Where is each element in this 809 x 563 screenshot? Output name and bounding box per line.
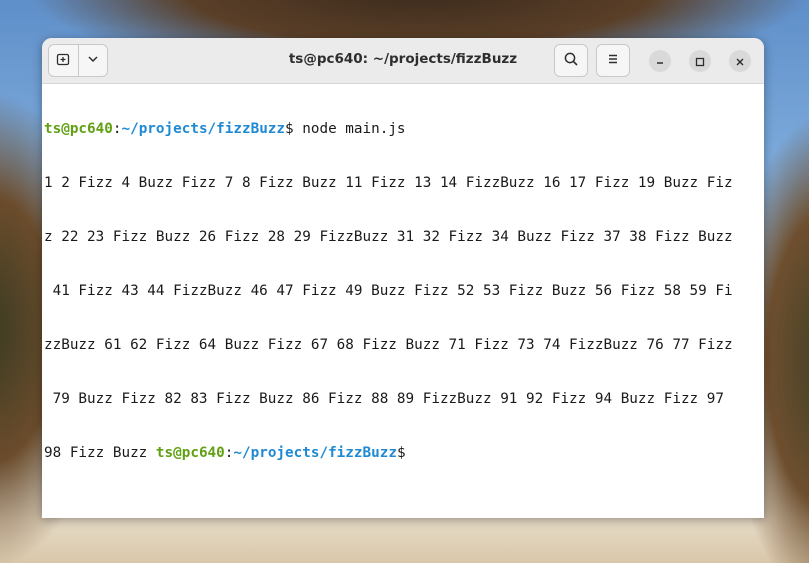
- terminal-output[interactable]: ts@pc640:~/projects/fizzBuzz$ node main.…: [44, 84, 764, 498]
- prompt-symbol: $: [396, 445, 406, 461]
- terminal-window: ts@pc640: ~/projects/fizzBuzz ts@pc640:~…: [42, 38, 764, 518]
- output-line: 79 Buzz Fizz 82 83 Fizz Buzz 86 Fizz 88 …: [44, 391, 724, 407]
- command-line: ts@pc640:~/projects/fizzBuzz$ node main.…: [44, 120, 764, 138]
- minimize-button[interactable]: [649, 50, 671, 72]
- search-icon: [563, 51, 579, 71]
- maximize-button[interactable]: [689, 50, 711, 72]
- hamburger-menu-icon: [606, 51, 620, 70]
- menu-button[interactable]: [596, 44, 630, 77]
- close-icon: [735, 52, 745, 71]
- prompt-symbol: $: [285, 121, 294, 137]
- maximize-icon: [695, 52, 705, 71]
- prompt-path: ~/projects/fizzBuzz: [121, 121, 286, 137]
- output-line: 41 Fizz 43 44 FizzBuzz 46 47 Fizz 49 Buz…: [44, 283, 733, 299]
- prompt-path: ~/projects/fizzBuzz: [233, 445, 397, 461]
- close-button[interactable]: [729, 50, 751, 72]
- header-bar: ts@pc640: ~/projects/fizzBuzz: [42, 38, 764, 84]
- output-tail: 98 Fizz Buzz: [44, 445, 156, 461]
- output-line: z 22 23 Fizz Buzz 26 Fizz 28 29 FizzBuzz…: [44, 229, 733, 245]
- search-button[interactable]: [554, 44, 588, 77]
- prompt-user: ts@pc640: [44, 121, 113, 137]
- output-line: zzBuzz 61 62 Fizz 64 Buzz Fizz 67 68 Fiz…: [44, 337, 733, 353]
- prompt-line: 98 Fizz Buzz ts@pc640:~/projects/fizzBuz…: [44, 444, 764, 462]
- minimize-icon: [655, 52, 665, 71]
- output-line: 1 2 Fizz 4 Buzz Fizz 7 8 Fizz Buzz 11 Fi…: [44, 175, 733, 191]
- prompt-user: ts@pc640: [155, 445, 225, 461]
- command-text: node main.js: [293, 121, 406, 137]
